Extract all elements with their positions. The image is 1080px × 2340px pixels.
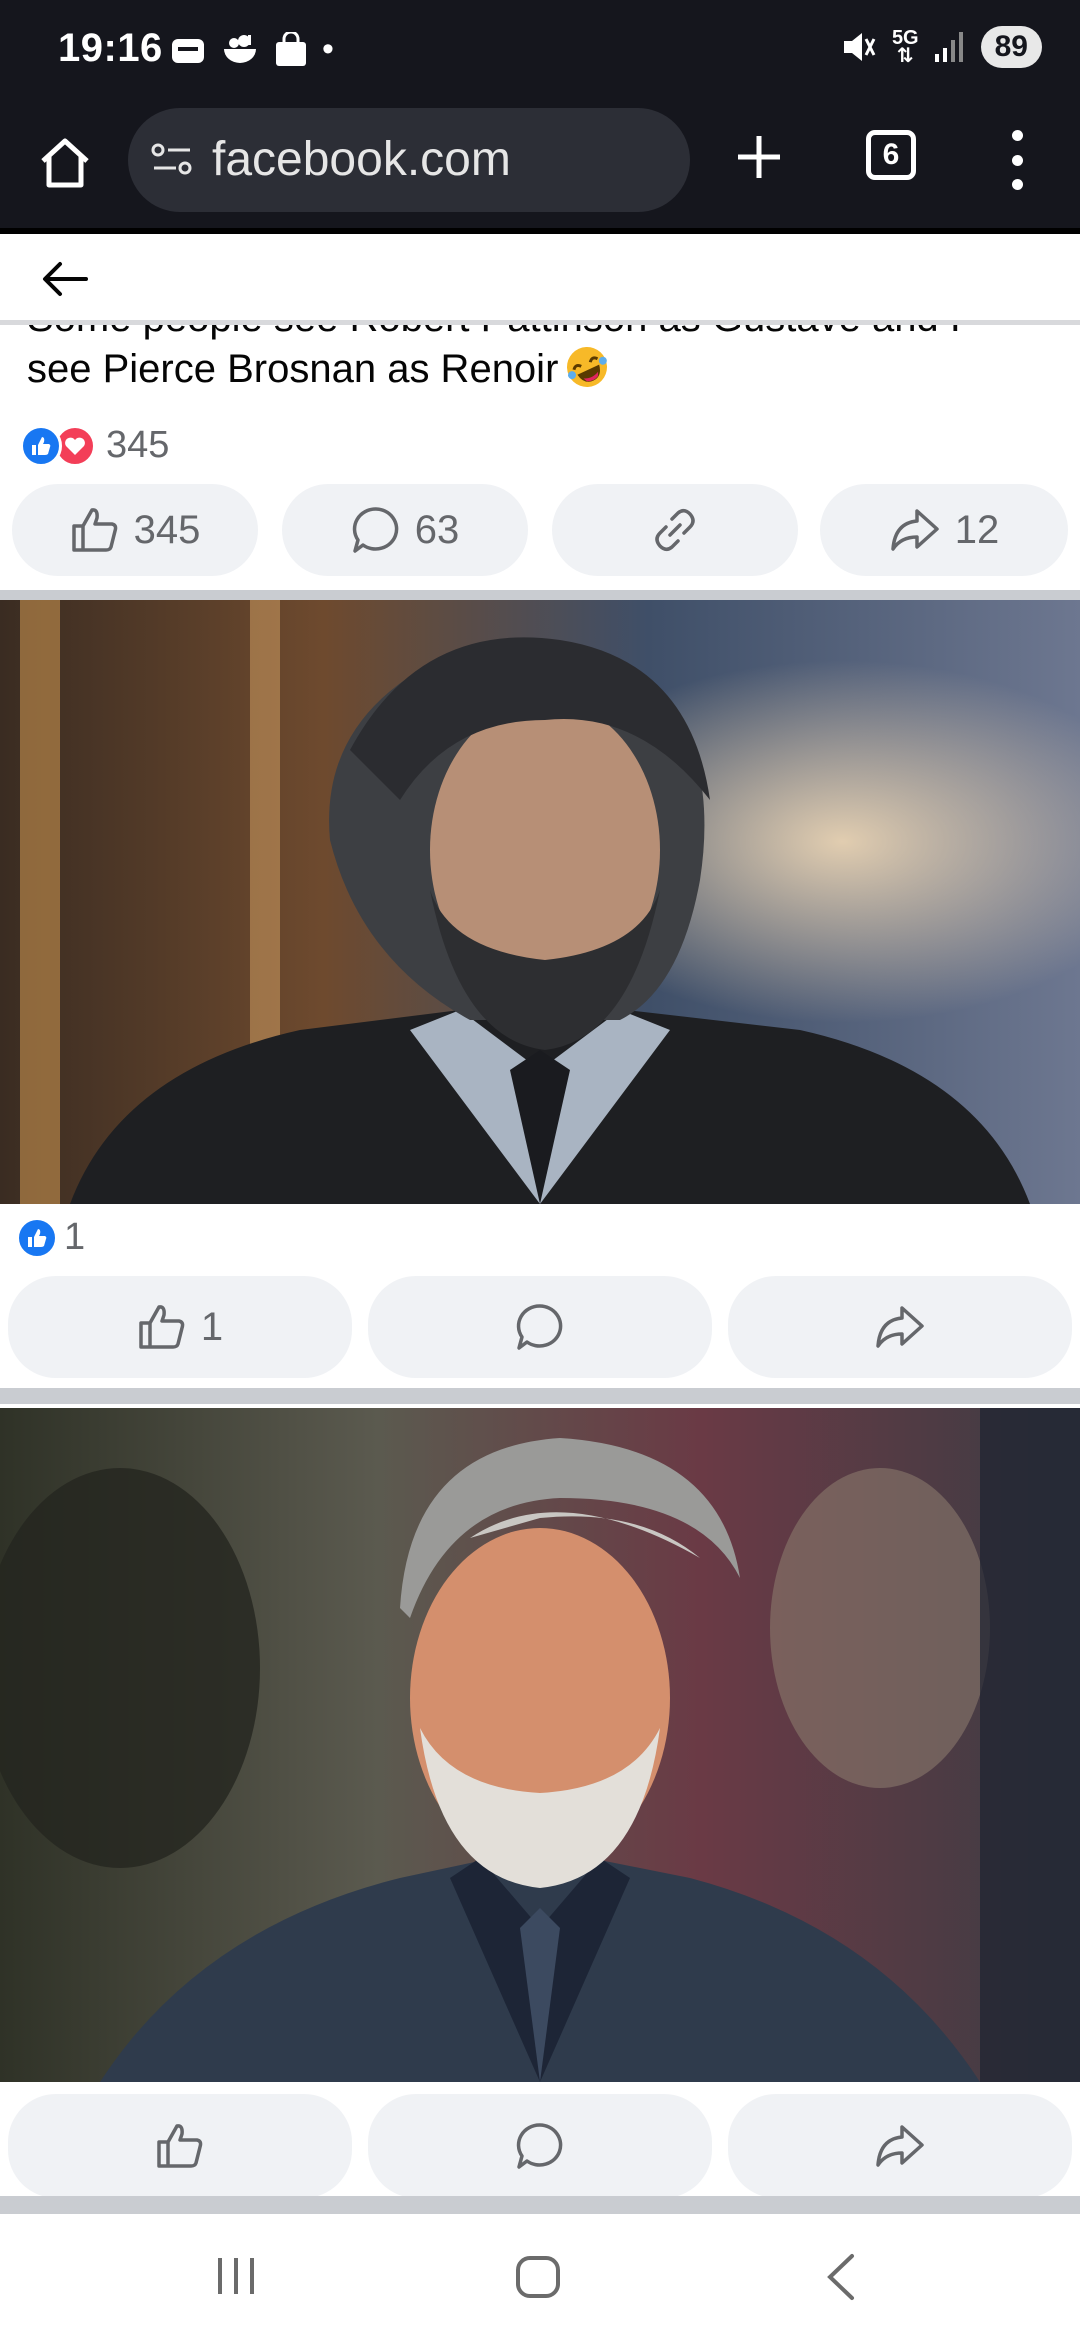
bottom-separator — [0, 2196, 1080, 2214]
photo-1-reaction-count: 1 — [64, 1216, 86, 1258]
like-count: 345 — [133, 507, 201, 552]
photo-1-image — [0, 600, 1080, 1204]
status-dot: • — [322, 30, 334, 68]
photo-2-share-button[interactable] — [728, 2094, 1072, 2198]
like-reaction-icon — [20, 424, 62, 467]
back-nav-icon[interactable] — [822, 2252, 858, 2302]
status-time: 19:16 — [58, 26, 163, 70]
comment-count: 63 — [414, 507, 460, 552]
like-button[interactable]: 345 — [12, 484, 258, 576]
photo-1-comment-button[interactable] — [368, 1276, 712, 1378]
home-button[interactable] — [30, 128, 100, 198]
wallet-icon — [172, 38, 204, 63]
url-text: facebook.com — [212, 133, 511, 186]
battery-indicator: 89 — [980, 26, 1042, 68]
signal-icon — [934, 32, 963, 62]
share-icon — [891, 509, 939, 551]
photo-2-like-button[interactable] — [8, 2094, 352, 2198]
thumbs-up-icon — [157, 2124, 203, 2168]
recent-apps-icon[interactable] — [214, 2254, 258, 2298]
photo-pierce-brosnan[interactable] — [0, 1408, 1080, 2082]
photo-separator — [0, 1388, 1080, 1404]
page-header — [0, 234, 1080, 324]
site-settings-icon[interactable] — [150, 138, 194, 182]
post-text-line: see Pierce Brosnan as Renoir — [27, 347, 559, 391]
thumbs-up-icon — [71, 508, 117, 552]
photo-rendered-character[interactable] — [0, 600, 1080, 1204]
tabs-button[interactable]: 6 — [866, 130, 916, 180]
post-text: see Pierce Brosnan as Renoir — [27, 344, 610, 392]
rofl-emoji — [567, 347, 608, 387]
notification-icons: • — [170, 30, 334, 69]
reaction-count: 345 — [106, 424, 170, 466]
system-navigation-bar — [0, 2214, 1080, 2340]
system-icons: 5G ⇅ 89 — [840, 26, 1042, 68]
home-nav-icon[interactable] — [514, 2254, 562, 2300]
photo-2-image — [0, 1408, 1080, 2082]
like-reaction-icon — [16, 1216, 58, 1259]
home-icon — [41, 138, 89, 188]
share-button[interactable]: 12 — [820, 484, 1068, 576]
post-reactions[interactable]: 345 — [20, 424, 169, 467]
menu-dots-icon[interactable] — [1000, 130, 1034, 190]
browser-toolbar: facebook.com 6 — [0, 100, 1080, 232]
new-tab-button[interactable] — [724, 122, 794, 192]
share-count: 12 — [954, 507, 1000, 552]
plus-icon — [738, 136, 780, 178]
shopping-bag-icon — [276, 31, 306, 66]
post-separator — [0, 590, 1080, 600]
status-bar: 19:16 • 5G ⇅ 89 — [0, 0, 1080, 100]
photo-1-reactions[interactable]: 1 — [16, 1216, 85, 1259]
network-indicator: 5G ⇅ — [891, 27, 919, 67]
comment-icon — [516, 2123, 563, 2169]
share-icon — [876, 1306, 924, 1348]
photo-2-comment-button[interactable] — [368, 2094, 712, 2198]
header-border — [0, 320, 1080, 325]
comment-icon — [516, 1304, 563, 1350]
comment-icon — [352, 507, 399, 553]
photo-1-share-button[interactable] — [728, 1276, 1072, 1378]
cloud-bowl-icon — [224, 34, 256, 63]
photo-1-like-button[interactable]: 1 — [8, 1276, 352, 1378]
arrow-left-icon[interactable] — [40, 256, 90, 302]
share-icon — [876, 2125, 924, 2167]
thumbs-up-icon — [139, 1305, 185, 1349]
comment-button[interactable]: 63 — [282, 484, 528, 576]
photo-1-like-count: 1 — [200, 1304, 224, 1349]
copy-link-button[interactable] — [552, 484, 798, 576]
address-bar[interactable]: facebook.com — [128, 108, 690, 212]
link-icon — [655, 509, 695, 551]
mute-icon — [843, 33, 876, 61]
